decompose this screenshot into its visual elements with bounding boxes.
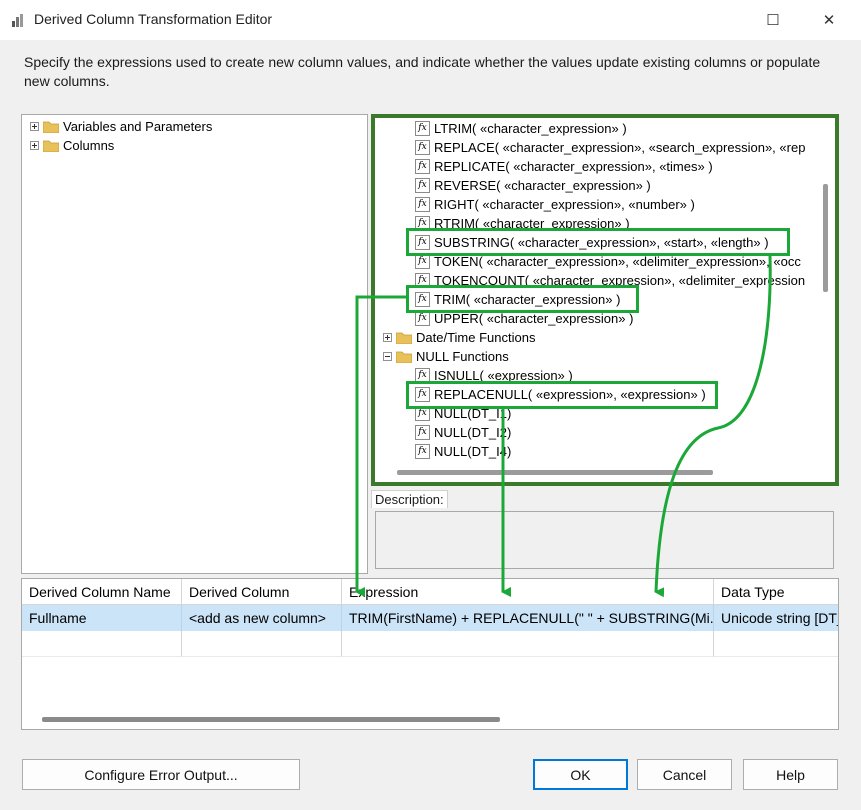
column-header-expression[interactable]: Expression [342,579,714,605]
tree-item-label: Variables and Parameters [63,119,213,134]
vertical-scrollbar[interactable] [821,122,831,478]
column-header-derived-column[interactable]: Derived Column [182,579,342,605]
folder-date-time-functions[interactable]: Date/Time Functions [383,328,535,347]
function-icon: fx [415,444,430,459]
function-null-dt-i2[interactable]: fx NULL(DT_I2) [415,423,511,442]
maximize-button[interactable]: ☐ [750,0,796,40]
function-null-dt-i4[interactable]: fx NULL(DT_I4) [415,442,511,461]
variables-columns-tree[interactable]: Variables and Parameters Columns [21,114,368,574]
function-icon: fx [415,178,430,193]
folder-null-functions[interactable]: NULL Functions [383,347,509,366]
trim-highlight [406,285,639,313]
cell-data-type[interactable]: Unicode string [DT_WSTR] [714,605,838,631]
ok-button[interactable]: OK [533,759,628,790]
tree-item-columns[interactable]: Columns [30,136,114,155]
function-reverse[interactable]: fx REVERSE( «character_expression» ) [415,176,651,195]
cell-derived-column-name[interactable]: Fullname [22,605,182,631]
empty-cell[interactable] [714,631,838,657]
close-button[interactable]: ✕ [806,0,852,40]
grid-horizontal-scrollbar[interactable] [42,717,500,722]
configure-error-output-button[interactable]: Configure Error Output... [22,759,300,790]
cell-expression[interactable]: TRIM(FirstName) + REPLACENULL(" " + SUBS… [342,605,714,631]
tree-item-variables[interactable]: Variables and Parameters [30,117,212,136]
app-icon [12,14,23,27]
function-icon: fx [415,311,430,326]
column-header-data-type[interactable]: Data Type [714,579,838,605]
expand-icon[interactable] [30,122,39,131]
empty-cell[interactable] [22,631,182,657]
folder-icon [396,351,412,363]
tree-item-label: Columns [63,138,115,153]
cancel-button[interactable]: Cancel [637,759,732,790]
empty-cell[interactable] [342,631,714,657]
description-box [375,511,834,569]
empty-cell[interactable] [182,631,342,657]
title-bar: Derived Column Transformation Editor ☐ ✕ [0,0,861,40]
help-button[interactable]: Help [743,759,838,790]
substring-highlight [406,228,790,256]
column-header-name[interactable]: Derived Column Name [22,579,182,605]
expand-icon[interactable] [383,333,392,342]
window-title: Derived Column Transformation Editor [34,11,273,27]
function-right[interactable]: fx RIGHT( «character_expression», «number… [415,195,695,214]
function-icon: fx [415,197,430,212]
function-icon: fx [415,254,430,269]
cell-derived-column[interactable]: <add as new column> [182,605,342,631]
derived-column-grid[interactable]: Derived Column Name Derived Column Expre… [21,578,839,730]
function-icon: fx [415,159,430,174]
function-replace[interactable]: fx REPLACE( «character_expression», «sear… [415,138,805,157]
function-replicate[interactable]: fx REPLICATE( «character_expression», «ti… [415,157,713,176]
instructions-text: Specify the expressions used to create n… [24,54,821,89]
function-icon: fx [415,121,430,136]
collapse-icon[interactable] [383,352,392,361]
function-ltrim[interactable]: fx LTRIM( «character_expression» ) [415,119,627,138]
function-icon: fx [415,140,430,155]
maximize-icon: ☐ [766,12,780,29]
expand-icon[interactable] [30,141,39,150]
description-label: Description: [371,490,448,508]
scroll-thumb[interactable] [823,184,828,292]
close-icon: ✕ [822,12,836,29]
replacenull-highlight [406,381,718,409]
folder-icon [396,332,412,344]
folder-icon [43,140,59,152]
folder-icon [43,121,59,133]
horizontal-scrollbar[interactable] [397,470,713,475]
function-icon: fx [415,425,430,440]
